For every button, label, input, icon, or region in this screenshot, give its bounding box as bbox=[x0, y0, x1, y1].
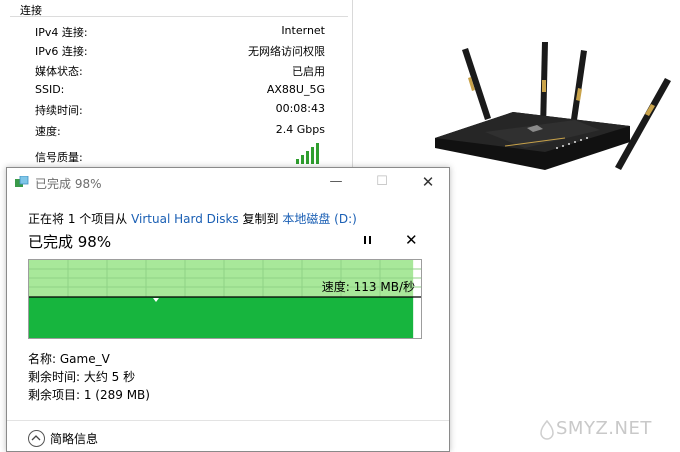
transfer-speed-graph: 速度: 113 MB/秒 bbox=[28, 259, 422, 339]
pause-icon-bar-right bbox=[369, 236, 371, 244]
network-status-window: 连接 IPv4 连接: Internet IPv6 连接: 无网络访问权限 媒体… bbox=[0, 0, 353, 175]
cancel-copy-button[interactable]: ✕ bbox=[405, 231, 418, 249]
file-copy-dialog: 已完成 98% — ☐ ✕ 正在将 1 个项目从 Virtual Hard Di… bbox=[6, 167, 450, 452]
media-state-row: 媒体状态: 已启用 bbox=[35, 63, 325, 79]
ipv4-row: IPv4 连接: Internet bbox=[35, 24, 325, 40]
watermark-logo-icon bbox=[540, 420, 554, 440]
copy-details: 名称: Game_V 剩余时间: 大约 5 秒 剩余项目: 1 (289 MB) bbox=[28, 350, 150, 404]
dialog-titlebar[interactable]: 已完成 98% — ☐ ✕ bbox=[7, 168, 449, 196]
footer-divider bbox=[7, 420, 449, 421]
destination-link[interactable]: 本地磁盘 (D:) bbox=[282, 212, 356, 226]
media-state-value: 已启用 bbox=[292, 65, 325, 78]
signal-label: 信号质量: bbox=[35, 151, 83, 164]
fewer-details-toggle[interactable]: 简略信息 bbox=[28, 430, 98, 448]
items-remaining-line: 剩余项目: 1 (289 MB) bbox=[28, 388, 150, 402]
file-copy-icon bbox=[15, 176, 29, 187]
duration-value: 00:08:43 bbox=[275, 102, 325, 115]
router-image bbox=[435, 42, 671, 170]
close-window-button[interactable]: ✕ bbox=[415, 172, 441, 192]
progress-dark-fill bbox=[29, 297, 414, 338]
ssid-label: SSID: bbox=[35, 83, 65, 96]
ipv6-value: 无网络访问权限 bbox=[248, 45, 325, 58]
speed-value: 2.4 Gbps bbox=[275, 123, 325, 136]
pause-icon-bar-left bbox=[364, 236, 366, 244]
ssid-row: SSID: AX88U_5G bbox=[35, 83, 325, 99]
fewer-details-label: 简略信息 bbox=[50, 432, 99, 446]
progress-percent-text: 已完成 98% bbox=[28, 233, 112, 251]
ipv6-row: IPv6 连接: 无网络访问权限 bbox=[35, 43, 325, 59]
ipv4-label: IPv4 连接: bbox=[35, 26, 88, 39]
ipv6-label: IPv6 连接: bbox=[35, 45, 88, 58]
file-name-line: 名称: Game_V bbox=[28, 352, 110, 366]
dialog-title: 已完成 98% bbox=[35, 177, 102, 191]
speed-graph-plot bbox=[29, 260, 421, 338]
duration-row: 持续时间: 00:08:43 bbox=[35, 102, 325, 118]
signal-bars-icon bbox=[296, 143, 319, 164]
ssid-value: AX88U_5G bbox=[266, 83, 325, 96]
media-state-label: 媒体状态: bbox=[35, 65, 83, 78]
minimize-button[interactable]: — bbox=[323, 172, 349, 192]
pause-button[interactable] bbox=[361, 234, 375, 248]
duration-label: 持续时间: bbox=[35, 104, 83, 117]
speed-readout: 速度: 113 MB/秒 bbox=[321, 280, 415, 294]
ipv4-value: Internet bbox=[281, 24, 325, 37]
copy-prefix: 正在将 1 个项目从 bbox=[28, 212, 128, 226]
chevron-up-icon bbox=[28, 430, 45, 447]
group-divider bbox=[10, 16, 348, 17]
speed-row: 速度: 2.4 Gbps bbox=[35, 123, 325, 139]
copy-middle: 复制到 bbox=[242, 212, 279, 226]
time-remaining-line: 剩余时间: 大约 5 秒 bbox=[28, 370, 136, 384]
watermark-text: SMYZ.NET bbox=[556, 418, 652, 439]
source-link[interactable]: Virtual Hard Disks bbox=[131, 212, 239, 226]
signal-row: 信号质量: bbox=[35, 143, 325, 165]
speed-label: 速度: bbox=[35, 125, 61, 138]
maximize-button[interactable]: ☐ bbox=[369, 172, 395, 192]
copy-description: 正在将 1 个项目从 Virtual Hard Disks 复制到 本地磁盘 (… bbox=[28, 210, 357, 227]
